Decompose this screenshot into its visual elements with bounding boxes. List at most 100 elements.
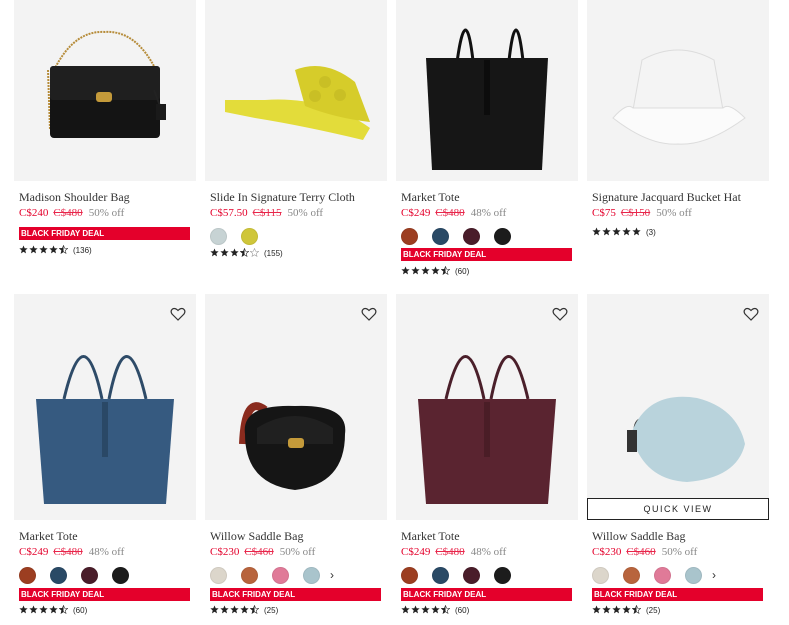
- star-icon: [421, 265, 430, 274]
- product-image[interactable]: [14, 0, 196, 181]
- star-icon: [239, 247, 250, 257]
- heart-icon[interactable]: [552, 306, 568, 322]
- black-friday-badge: BLACK FRIDAY DEAL: [592, 588, 763, 601]
- color-swatch[interactable]: [432, 227, 449, 245]
- product-card[interactable]: Market Tote C$249 C$480 48% off BLACK FRID…: [396, 0, 578, 276]
- color-swatch[interactable]: [401, 227, 418, 245]
- product-card[interactable]: Willow Saddle Bag C$230 C$460 50% off › BL…: [205, 294, 387, 615]
- product-name[interactable]: Willow Saddle Bag: [592, 529, 686, 544]
- color-swatch[interactable]: [494, 227, 511, 245]
- product-name[interactable]: Market Tote: [401, 529, 460, 544]
- product-name[interactable]: Signature Jacquard Bucket Hat: [592, 190, 741, 205]
- black-friday-badge: BLACK FRIDAY DEAL: [19, 227, 190, 240]
- review-count: (60): [455, 266, 470, 276]
- color-swatch[interactable]: [463, 566, 480, 584]
- original-price: C$150: [620, 207, 651, 219]
- star-icon: [230, 604, 239, 613]
- product-card[interactable]: Market Tote C$249 C$480 48% off BLACK FRID…: [14, 294, 196, 615]
- color-swatch[interactable]: [685, 566, 702, 584]
- color-swatches: [401, 227, 525, 245]
- rating-stars: [401, 604, 451, 616]
- review-count: (25): [264, 605, 279, 615]
- star-icon: [249, 247, 260, 257]
- product-card[interactable]: Signature Jacquard Bucket Hat C$75 C$150 5…: [587, 0, 769, 237]
- color-swatch[interactable]: [81, 566, 98, 584]
- star-icon: [49, 604, 58, 613]
- product-name[interactable]: Market Tote: [401, 190, 460, 205]
- color-swatch[interactable]: [654, 566, 671, 584]
- color-swatch[interactable]: [210, 227, 227, 245]
- sale-price: C$57.50: [210, 207, 248, 219]
- product-rating: (25): [210, 604, 278, 616]
- star-icon: [411, 265, 420, 274]
- color-swatch[interactable]: [592, 566, 609, 584]
- rating-stars: [210, 247, 260, 259]
- heart-icon[interactable]: [743, 306, 759, 322]
- color-swatch[interactable]: [241, 566, 258, 584]
- color-swatch[interactable]: [241, 227, 258, 245]
- sale-price: C$249: [19, 546, 49, 558]
- product-name[interactable]: Slide In Signature Terry Cloth: [210, 190, 355, 205]
- star-icon: [401, 604, 410, 613]
- product-price: C$240 C$480 50% off: [19, 207, 124, 219]
- product-rating: (60): [401, 604, 469, 616]
- product-name[interactable]: Madison Shoulder Bag: [19, 190, 130, 205]
- color-swatch[interactable]: [50, 566, 67, 584]
- black-friday-badge: BLACK FRIDAY DEAL: [401, 588, 572, 601]
- product-rating: (60): [401, 265, 469, 277]
- product-card[interactable]: Market Tote C$249 C$480 48% off BLACK FRID…: [396, 294, 578, 615]
- star-icon: [592, 604, 601, 613]
- original-price: C$115: [252, 207, 282, 219]
- color-swatch[interactable]: [401, 566, 418, 584]
- product-image[interactable]: [587, 0, 769, 181]
- product-image[interactable]: [396, 0, 578, 181]
- color-swatch[interactable]: [494, 566, 511, 584]
- sale-price: C$230: [210, 546, 240, 558]
- discount-percent: 50% off: [656, 207, 692, 219]
- product-rating: (3): [592, 226, 656, 238]
- color-swatch[interactable]: [210, 566, 227, 584]
- product-card[interactable]: QUICK VIEW Willow Saddle Bag C$230 C$460 5…: [587, 294, 769, 615]
- product-image[interactable]: [396, 294, 578, 520]
- chevron-right-icon[interactable]: ›: [712, 568, 716, 582]
- original-price: C$460: [626, 546, 656, 558]
- product-image[interactable]: QUICK VIEW: [587, 294, 769, 520]
- product-rating: (155): [210, 247, 283, 259]
- rating-stars: [401, 265, 451, 277]
- black-friday-badge: BLACK FRIDAY DEAL: [210, 588, 381, 601]
- product-price: C$75 C$150 50% off: [592, 207, 692, 219]
- color-swatches: [210, 227, 272, 245]
- product-card[interactable]: Slide In Signature Terry Cloth C$57.50 C$…: [205, 0, 387, 258]
- color-swatch[interactable]: [463, 227, 480, 245]
- product-card[interactable]: Madison Shoulder Bag C$240 C$480 50% off B…: [14, 0, 196, 255]
- original-price: C$480: [53, 546, 83, 558]
- star-icon: [39, 604, 48, 613]
- product-name[interactable]: Willow Saddle Bag: [210, 529, 304, 544]
- chevron-right-icon[interactable]: ›: [330, 568, 334, 582]
- color-swatch[interactable]: [19, 566, 36, 584]
- black-friday-badge: BLACK FRIDAY DEAL: [401, 248, 572, 261]
- product-price: C$249 C$480 48% off: [19, 546, 124, 558]
- quick-view-button[interactable]: QUICK VIEW: [587, 498, 769, 520]
- product-name[interactable]: Market Tote: [19, 529, 78, 544]
- product-image[interactable]: [14, 294, 196, 520]
- star-icon: [622, 226, 631, 235]
- heart-icon[interactable]: [361, 306, 377, 322]
- star-icon: [210, 247, 219, 256]
- heart-icon[interactable]: [170, 306, 186, 322]
- color-swatch[interactable]: [272, 566, 289, 584]
- star-icon: [29, 604, 38, 613]
- product-price: C$230 C$460 50% off: [592, 546, 697, 558]
- star-icon: [58, 604, 69, 614]
- sale-price: C$230: [592, 546, 622, 558]
- color-swatch[interactable]: [112, 566, 129, 584]
- product-image[interactable]: [205, 0, 387, 181]
- star-icon: [240, 604, 249, 613]
- star-icon: [49, 244, 58, 253]
- color-swatch[interactable]: [623, 566, 640, 584]
- star-icon: [592, 226, 601, 235]
- color-swatch[interactable]: [432, 566, 449, 584]
- product-image[interactable]: [205, 294, 387, 520]
- sale-price: C$75: [592, 207, 616, 219]
- color-swatch[interactable]: [303, 566, 320, 584]
